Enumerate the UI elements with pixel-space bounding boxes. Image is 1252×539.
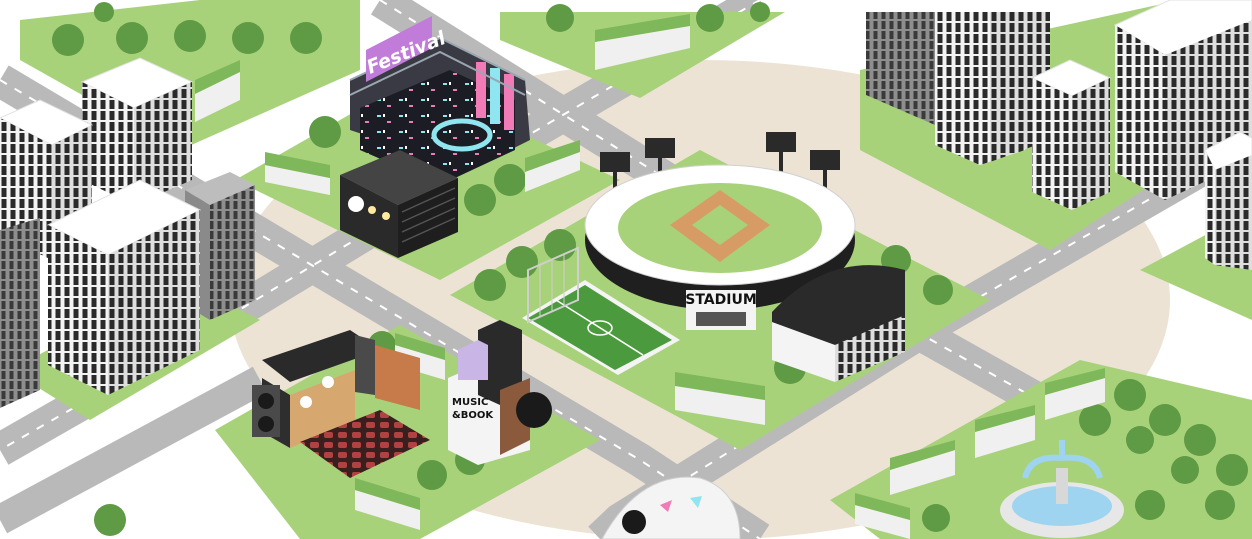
- office-building-right-5: [1204, 131, 1252, 270]
- music-sign-line2: &BOOK: [452, 410, 494, 421]
- city-map: Festival STADIUM MUSIC &BOOK: [0, 0, 1252, 539]
- stadium-sign-text: STADIUM: [685, 292, 757, 308]
- office-building-left-5: [0, 218, 40, 408]
- music-sign-line1: MUSIC: [452, 397, 488, 408]
- office-building-right-3: [1030, 59, 1112, 210]
